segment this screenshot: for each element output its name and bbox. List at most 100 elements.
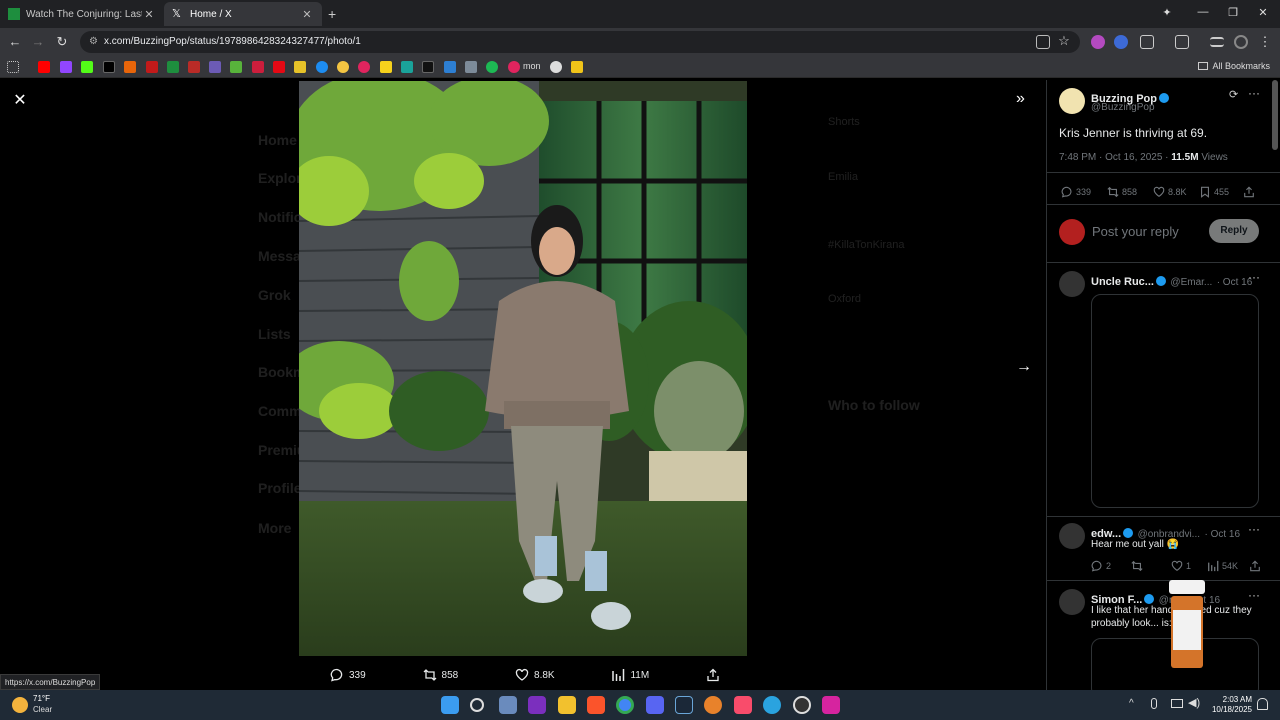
bookmark-mon-label[interactable]: mon bbox=[523, 61, 541, 71]
more-options-icon[interactable]: ··· bbox=[1248, 270, 1260, 284]
bookmark-spotify-icon[interactable] bbox=[486, 61, 498, 73]
tray-chevron-icon[interactable]: ^ bbox=[1129, 698, 1134, 709]
apps-grid-icon[interactable] bbox=[7, 61, 19, 73]
reply-repost-stat[interactable] bbox=[1131, 560, 1143, 572]
clock-time[interactable]: 2:03 AM bbox=[1214, 695, 1252, 704]
brave-browser-icon[interactable] bbox=[587, 696, 605, 714]
itunes-icon[interactable] bbox=[734, 696, 752, 714]
reply-author-name[interactable]: Uncle Ruc... bbox=[1091, 276, 1154, 288]
reply-share-stat[interactable] bbox=[1249, 560, 1261, 572]
bookmark-kick-icon[interactable] bbox=[81, 61, 93, 73]
discord-icon[interactable] bbox=[646, 696, 664, 714]
reply-input[interactable]: Post your reply bbox=[1092, 224, 1179, 239]
reply-action[interactable]: 339 bbox=[330, 668, 366, 682]
reply-reply-stat[interactable]: 2 bbox=[1091, 560, 1111, 572]
more-options-icon[interactable]: ··· bbox=[1248, 522, 1260, 536]
close-tab-icon[interactable]: ✕ bbox=[300, 8, 314, 21]
media-controls-icon[interactable] bbox=[1210, 37, 1224, 47]
menu-kebab-icon[interactable]: ⋮ bbox=[1256, 34, 1274, 50]
bookmark-v-icon[interactable] bbox=[209, 61, 221, 73]
bookmark-twitch-icon[interactable] bbox=[60, 61, 72, 73]
weather-moon-icon[interactable] bbox=[12, 697, 28, 713]
share-action[interactable] bbox=[706, 668, 720, 682]
tweet-like-stat[interactable]: 8.8K bbox=[1153, 186, 1187, 198]
extension-proton-icon[interactable] bbox=[1091, 35, 1105, 49]
start-windows-icon[interactable] bbox=[441, 696, 459, 714]
back-icon[interactable]: ← bbox=[6, 34, 24, 49]
tweet-photo[interactable] bbox=[299, 81, 747, 656]
microphone-icon[interactable] bbox=[1151, 698, 1157, 709]
side-panel-scrollbar[interactable] bbox=[1272, 80, 1278, 150]
clock-date[interactable]: 10/18/2025 bbox=[1206, 705, 1252, 714]
more-options-icon[interactable]: ··· bbox=[1248, 86, 1260, 100]
bookmark-yellow-icon[interactable] bbox=[380, 61, 392, 73]
grok-icon[interactable]: ⟳ bbox=[1229, 88, 1238, 101]
instagram-icon[interactable] bbox=[822, 696, 840, 714]
bookmark-amber-icon[interactable] bbox=[571, 61, 583, 73]
volume-icon[interactable]: ◀) bbox=[1188, 696, 1200, 709]
install-app-icon[interactable] bbox=[1036, 35, 1050, 49]
tab-conjuring[interactable]: Watch The Conjuring: Last Rites ✕ bbox=[0, 2, 164, 26]
extension-audio-icon[interactable] bbox=[1114, 35, 1128, 49]
tweet-reply-stat[interactable]: 339 bbox=[1061, 186, 1091, 198]
reply-avatar[interactable] bbox=[1059, 589, 1085, 615]
next-app-icon[interactable] bbox=[528, 696, 546, 714]
bookmark-blue-icon[interactable] bbox=[316, 61, 328, 73]
extensions-puzzle-icon[interactable] bbox=[1140, 35, 1154, 49]
weather-condition[interactable]: Clear bbox=[33, 705, 52, 714]
bookmark-red-icon[interactable] bbox=[146, 61, 158, 73]
reply-like-stat[interactable]: 1 bbox=[1171, 560, 1191, 572]
author-handle[interactable]: @BuzzingPop bbox=[1091, 102, 1155, 113]
telegram-icon[interactable] bbox=[763, 696, 781, 714]
bookmark-netflix-icon[interactable] bbox=[273, 61, 285, 73]
obs-icon[interactable] bbox=[793, 696, 811, 714]
bookmark-skull-icon[interactable] bbox=[550, 61, 562, 73]
bookmark-sea-icon[interactable] bbox=[444, 61, 456, 73]
forward-icon[interactable]: → bbox=[29, 34, 47, 49]
all-bookmarks[interactable]: All Bookmarks bbox=[1198, 61, 1270, 71]
reply-avatar[interactable] bbox=[1059, 271, 1085, 297]
reload-icon[interactable]: ↻ bbox=[53, 34, 71, 50]
tweet-share-stat[interactable] bbox=[1243, 186, 1255, 198]
close-window-button[interactable]: ✕ bbox=[1248, 6, 1278, 19]
new-tab-button[interactable]: + bbox=[328, 6, 336, 22]
tweet-repost-stat[interactable]: 858 bbox=[1107, 186, 1137, 198]
gemini-icon[interactable]: ✦ bbox=[1152, 6, 1182, 19]
close-tab-icon[interactable]: ✕ bbox=[142, 8, 156, 21]
site-info-icon[interactable]: ⚙ bbox=[89, 36, 98, 47]
bookmark-gray-icon[interactable] bbox=[465, 61, 477, 73]
file-explorer-icon[interactable] bbox=[558, 696, 576, 714]
expand-panel-button[interactable]: » bbox=[1016, 90, 1025, 108]
notification-bell-icon[interactable] bbox=[1257, 698, 1268, 710]
bookmark-teal-icon[interactable] bbox=[401, 61, 413, 73]
minimize-button[interactable]: — bbox=[1188, 6, 1218, 18]
split-view-icon[interactable] bbox=[1175, 35, 1189, 49]
reply-avatar[interactable] bbox=[1059, 523, 1085, 549]
profile-sync-icon[interactable] bbox=[1234, 35, 1248, 49]
bookmark-pink-icon[interactable] bbox=[358, 61, 370, 73]
bookmark-green-icon[interactable] bbox=[230, 61, 242, 73]
close-viewer-button[interactable]: ✕ bbox=[10, 90, 30, 110]
address-bar[interactable]: ⚙ x.com/BuzzingPop/status/19789864283243… bbox=[80, 31, 1080, 53]
author-avatar[interactable] bbox=[1059, 88, 1085, 114]
tweet-timestamp[interactable]: 7:48 PM · Oct 16, 2025 · bbox=[1059, 152, 1169, 163]
reply-views-stat[interactable]: 54K bbox=[1207, 560, 1238, 572]
weather-temp[interactable]: 71°F bbox=[33, 694, 50, 703]
next-photo-button[interactable]: → bbox=[1016, 358, 1032, 376]
bookmark-orange-icon[interactable] bbox=[124, 61, 136, 73]
reply-date[interactable]: · Oct 16 bbox=[1217, 277, 1253, 288]
views-action[interactable]: 11M bbox=[611, 668, 649, 682]
chrome-icon[interactable] bbox=[616, 696, 634, 714]
reply-button[interactable]: Reply bbox=[1209, 219, 1259, 243]
bookmark-redbull-icon[interactable] bbox=[252, 61, 264, 73]
bookmark-x-icon[interactable] bbox=[103, 61, 115, 73]
search-icon[interactable] bbox=[470, 698, 484, 712]
bookmark-youtube-icon[interactable] bbox=[38, 61, 50, 73]
steam-icon[interactable] bbox=[675, 696, 693, 714]
bookmark-x2-icon[interactable] bbox=[422, 61, 434, 73]
reply-media-placeholder[interactable] bbox=[1091, 294, 1259, 508]
tab-home-x[interactable]: 𝕏 Home / X ✕ bbox=[164, 2, 322, 26]
bookmark-mon-icon[interactable] bbox=[508, 61, 520, 73]
reply-author-handle[interactable]: @Emar... bbox=[1170, 277, 1212, 288]
maximize-button[interactable]: ❐ bbox=[1218, 6, 1248, 19]
